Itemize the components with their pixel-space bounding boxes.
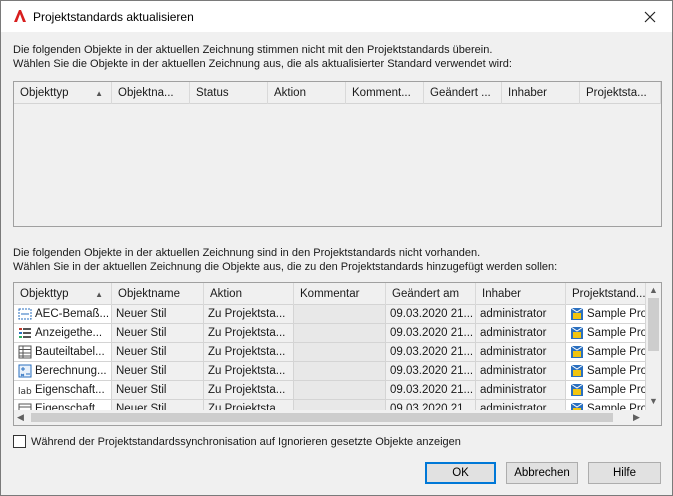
scroll-right-icon[interactable]: ▶ bbox=[633, 412, 640, 423]
display-theme-icon bbox=[18, 326, 32, 340]
sort-ascending-icon: ▲ bbox=[95, 290, 103, 299]
table-cell-comment bbox=[294, 324, 386, 343]
table-cell-owner: administrator bbox=[476, 381, 566, 400]
table-cell-name: Neuer Stil bbox=[112, 381, 204, 400]
dialog-window: Projektstandards aktualisieren Die folge… bbox=[0, 0, 673, 496]
table-cell-comment bbox=[294, 343, 386, 362]
table-cell-owner: administrator bbox=[476, 324, 566, 343]
cancel-button[interactable]: Abbrechen bbox=[506, 462, 578, 484]
table-cell-comment bbox=[294, 381, 386, 400]
horizontal-scrollbar[interactable]: ◀ ▶ bbox=[14, 410, 646, 425]
table-cell-comment bbox=[294, 362, 386, 381]
table-cell-owner: administrator bbox=[476, 362, 566, 381]
top-instructions: Die folgenden Objekte in der aktuellen Z… bbox=[13, 43, 512, 71]
bottom-instruction-line1: Die folgenden Objekte in der aktuellen Z… bbox=[13, 247, 481, 259]
table-cell-project: Sample Pro bbox=[566, 343, 646, 362]
table-cell-name: Neuer Stil bbox=[112, 324, 204, 343]
table-cell-project: Sample Pro bbox=[566, 305, 646, 324]
table-cell-changed: 09.03.2020 21... bbox=[386, 362, 476, 381]
show-ignored-checkbox-row[interactable]: Während der Projektstandardssynchronisat… bbox=[13, 435, 461, 448]
bottom-col-project[interactable]: Projektstand... bbox=[566, 283, 646, 305]
table-cell-type: Bauteiltabel... bbox=[14, 343, 112, 362]
bottom-col-objectname[interactable]: Objektname bbox=[112, 283, 204, 305]
table-cell-type: Anzeigethe... bbox=[14, 324, 112, 343]
project-icon bbox=[570, 383, 584, 397]
table-cell-owner: administrator bbox=[476, 305, 566, 324]
project-icon bbox=[570, 326, 584, 340]
table-cell-name: Neuer Stil bbox=[112, 343, 204, 362]
top-col-project[interactable]: Projektsta... bbox=[580, 82, 661, 104]
top-col-action[interactable]: Aktion bbox=[268, 82, 346, 104]
close-icon bbox=[644, 11, 656, 22]
scroll-down-icon[interactable]: ▼ bbox=[649, 396, 658, 406]
title-bar: Projektstandards aktualisieren bbox=[1, 1, 672, 32]
top-col-status[interactable]: Status bbox=[190, 82, 268, 104]
table-cell-action: Zu Projektsta... bbox=[204, 343, 294, 362]
scroll-left-icon[interactable]: ◀ bbox=[17, 412, 24, 423]
table-cell-project: Sample Pro bbox=[566, 324, 646, 343]
table-cell-owner: administrator bbox=[476, 343, 566, 362]
help-button[interactable]: Hilfe bbox=[588, 462, 661, 484]
svg-text:lab: lab bbox=[18, 387, 32, 397]
vertical-scrollbar[interactable]: ▲ ▼ bbox=[646, 283, 661, 410]
show-ignored-label: Während der Projektstandardssynchronisat… bbox=[31, 435, 461, 448]
vertical-scroll-thumb[interactable] bbox=[648, 298, 659, 351]
table-cell-action: Zu Projektsta... bbox=[204, 305, 294, 324]
top-table-header: Objekttyp ▲ Objektna... Status Aktion Ko… bbox=[14, 82, 661, 104]
table-row[interactable]: Anzeigethe... Neuer Stil Zu Projektsta... 0… bbox=[14, 324, 646, 343]
table-row[interactable]: Berechnung... Neuer Stil Zu Projektsta... 0… bbox=[14, 362, 646, 381]
bottom-col-owner[interactable]: Inhaber bbox=[476, 283, 566, 305]
top-instruction-line2: Wählen Sie die Objekte in der aktuellen … bbox=[13, 58, 512, 70]
table-cell-comment bbox=[294, 305, 386, 324]
top-col-objectname[interactable]: Objektna... bbox=[112, 82, 190, 104]
nonconforming-objects-table[interactable]: Objekttyp ▲ Objektna... Status Aktion Ko… bbox=[13, 81, 662, 227]
table-cell-type: lab Eigenschaft... bbox=[14, 381, 112, 400]
bottom-col-objecttype[interactable]: Objekttyp ▲ bbox=[14, 283, 112, 305]
new-objects-table[interactable]: Objekttyp ▲ Objektname Aktion Kommentar … bbox=[13, 282, 662, 426]
table-cell-name: Neuer Stil bbox=[112, 362, 204, 381]
property-label-icon: lab bbox=[18, 383, 32, 397]
table-cell-action: Zu Projektsta... bbox=[204, 362, 294, 381]
table-cell-type: Berechnung... bbox=[14, 362, 112, 381]
table-cell-action: Zu Projektsta... bbox=[204, 324, 294, 343]
bottom-instruction-line2: Wählen Sie in der aktuellen Zeichnung di… bbox=[13, 261, 558, 273]
table-cell-changed: 09.03.2020 21... bbox=[386, 343, 476, 362]
calculation-icon bbox=[18, 364, 32, 378]
bottom-col-changed[interactable]: Geändert am bbox=[386, 283, 476, 305]
table-cell-type: AEC-Bemaß... bbox=[14, 305, 112, 324]
ok-button[interactable]: OK bbox=[425, 462, 496, 484]
dimension-style-icon bbox=[18, 307, 32, 321]
window-title: Projektstandards aktualisieren bbox=[33, 10, 194, 24]
project-icon bbox=[570, 307, 584, 321]
table-cell-project: Sample Pro bbox=[566, 362, 646, 381]
table-cell-action: Zu Projektsta... bbox=[204, 381, 294, 400]
bottom-col-action[interactable]: Aktion bbox=[204, 283, 294, 305]
sort-ascending-icon: ▲ bbox=[95, 89, 103, 98]
bottom-table-header: Objekttyp ▲ Objektname Aktion Kommentar … bbox=[14, 283, 646, 305]
table-cell-changed: 09.03.2020 21... bbox=[386, 305, 476, 324]
show-ignored-checkbox[interactable] bbox=[13, 435, 26, 448]
project-icon bbox=[570, 364, 584, 378]
autocad-a-icon bbox=[13, 9, 27, 23]
horizontal-scroll-thumb[interactable] bbox=[31, 413, 613, 422]
top-col-owner[interactable]: Inhaber bbox=[502, 82, 580, 104]
bottom-instructions: Die folgenden Objekte in der aktuellen Z… bbox=[13, 246, 557, 274]
table-cell-project: Sample Pro bbox=[566, 381, 646, 400]
table-cell-name: Neuer Stil bbox=[112, 305, 204, 324]
close-button[interactable] bbox=[628, 1, 672, 32]
table-cell-changed: 09.03.2020 21... bbox=[386, 324, 476, 343]
schedule-table-icon bbox=[18, 345, 32, 359]
top-instruction-line1: Die folgenden Objekte in der aktuellen Z… bbox=[13, 44, 493, 56]
table-row[interactable]: Bauteiltabel... Neuer Stil Zu Projektsta..… bbox=[14, 343, 646, 362]
table-row[interactable]: lab Eigenschaft... Neuer Stil Zu Projektsta… bbox=[14, 381, 646, 400]
scroll-up-icon[interactable]: ▲ bbox=[649, 285, 658, 295]
top-col-objecttype[interactable]: Objekttyp ▲ bbox=[14, 82, 112, 104]
project-icon bbox=[570, 345, 584, 359]
top-col-changed[interactable]: Geändert ... bbox=[424, 82, 502, 104]
top-col-comment[interactable]: Komment... bbox=[346, 82, 424, 104]
bottom-col-comment[interactable]: Kommentar bbox=[294, 283, 386, 305]
table-row[interactable]: AEC-Bemaß... Neuer Stil Zu Projektsta... 09… bbox=[14, 305, 646, 324]
table-cell-changed: 09.03.2020 21... bbox=[386, 381, 476, 400]
